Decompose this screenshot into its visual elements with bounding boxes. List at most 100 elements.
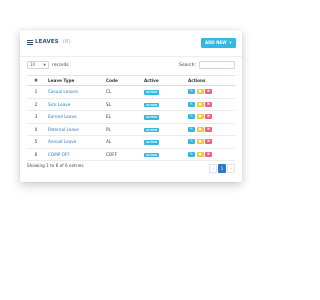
trash-icon: ✖ <box>207 139 210 144</box>
column-header-number[interactable]: # <box>27 75 45 86</box>
page-length-select[interactable]: 10 ▼ <box>27 61 49 69</box>
leave-type-link[interactable]: Paternal Leave <box>48 127 79 132</box>
chevron-down-icon: ▼ <box>43 63 46 67</box>
records-label: records <box>52 62 69 68</box>
table-body: 1 Casual Leaves CL ACTIVE ✎ ● ✖ 2 Sick Leave SL AC… <box>27 85 235 161</box>
leave-type-cell: Sick Leave <box>45 98 103 111</box>
edit-button[interactable]: ✎ <box>188 101 195 107</box>
status-badge: ACTIVE <box>144 90 160 95</box>
view-button[interactable]: ● <box>196 114 204 120</box>
eye-icon: ● <box>198 89 202 94</box>
add-new-button[interactable]: ADD NEW + <box>201 38 236 48</box>
prev-page-button[interactable]: ‹ <box>209 164 217 173</box>
pencil-icon: ✎ <box>190 89 193 94</box>
leaves-table: # Leave Type Code Active Actions 1 Casual… <box>27 75 235 161</box>
page-1-button[interactable]: 1 <box>218 164 226 173</box>
pencil-icon: ✎ <box>190 139 193 144</box>
view-button[interactable]: ● <box>196 139 204 145</box>
eye-icon: ● <box>198 101 202 106</box>
leave-type-link[interactable]: Annual Leave <box>48 139 76 144</box>
edit-button[interactable]: ✎ <box>188 89 195 95</box>
active-cell: ACTIVE <box>141 148 185 161</box>
leave-type-cell: Paternal Leave <box>45 123 103 136</box>
next-page-button[interactable]: › <box>227 164 235 173</box>
view-button[interactable]: ● <box>196 126 204 132</box>
active-cell: ACTIVE <box>141 135 185 149</box>
trash-icon: ✖ <box>207 89 210 94</box>
code-cell: PL <box>103 123 141 136</box>
table-row: 4 Paternal Leave PL ACTIVE ✎ ● ✖ <box>27 123 235 136</box>
leave-type-link[interactable]: Sick Leave <box>48 102 70 107</box>
row-actions: ✎ ● ✖ <box>188 151 232 157</box>
actions-cell: ✎ ● ✖ <box>185 148 235 161</box>
delete-button[interactable]: ✖ <box>205 151 212 157</box>
delete-button[interactable]: ✖ <box>205 126 212 132</box>
code-cell: AL <box>103 135 141 149</box>
row-number: 6 <box>27 148 45 161</box>
status-badge: ACTIVE <box>144 140 160 145</box>
search-input[interactable] <box>199 61 235 69</box>
eye-icon: ● <box>198 139 202 144</box>
table-header-row: # Leave Type Code Active Actions <box>27 75 235 86</box>
leave-type-cell: Earned Leave <box>45 110 103 124</box>
column-header-leave-type[interactable]: Leave Type <box>45 75 103 86</box>
eye-icon: ● <box>198 114 202 119</box>
delete-button[interactable]: ✖ <box>205 114 212 120</box>
leave-type-link[interactable]: Casual Leaves <box>48 89 78 94</box>
column-header-active[interactable]: Active <box>141 75 185 86</box>
active-cell: ACTIVE <box>141 85 185 99</box>
row-actions: ✎ ● ✖ <box>188 89 232 95</box>
title-text: LEAVES <box>35 39 59 45</box>
actions-cell: ✎ ● ✖ <box>185 110 235 124</box>
table-row: 5 Annual Leave AL ACTIVE ✎ ● ✖ <box>27 135 235 149</box>
eye-icon: ● <box>198 126 202 131</box>
view-button[interactable]: ● <box>196 151 204 157</box>
trash-icon: ✖ <box>207 114 210 119</box>
row-actions: ✎ ● ✖ <box>188 114 232 120</box>
status-badge: ACTIVE <box>144 115 160 120</box>
edit-button[interactable]: ✎ <box>188 139 195 145</box>
view-button[interactable]: ● <box>196 89 204 95</box>
delete-button[interactable]: ✖ <box>205 139 212 145</box>
page-length-value: 10 <box>30 62 36 67</box>
delete-button[interactable]: ✖ <box>205 101 212 107</box>
page-length-control: 10 ▼ records <box>27 61 69 69</box>
edit-button[interactable]: ✎ <box>188 126 195 132</box>
code-cell: EL <box>103 110 141 124</box>
search-label: Search: <box>179 62 196 68</box>
active-cell: ACTIVE <box>141 123 185 136</box>
pencil-icon: ✎ <box>190 114 193 119</box>
panel-header: LEAVES (6) ADD NEW + <box>20 30 242 57</box>
status-badge: ACTIVE <box>144 152 160 157</box>
table-row: 2 Sick Leave SL ACTIVE ✎ ● ✖ <box>27 98 235 111</box>
table-row: 3 Earned Leave EL ACTIVE ✎ ● ✖ <box>27 110 235 124</box>
code-cell: CL <box>103 85 141 99</box>
row-number: 1 <box>27 85 45 99</box>
pencil-icon: ✎ <box>190 126 193 131</box>
code-cell: COFF <box>103 148 141 161</box>
row-actions: ✎ ● ✖ <box>188 101 232 107</box>
pencil-icon: ✎ <box>190 151 193 156</box>
actions-cell: ✎ ● ✖ <box>185 98 235 111</box>
leave-type-cell: Annual Leave <box>45 135 103 149</box>
row-number: 4 <box>27 123 45 136</box>
actions-cell: ✎ ● ✖ <box>185 135 235 149</box>
pencil-icon: ✎ <box>190 101 193 106</box>
delete-button[interactable]: ✖ <box>205 89 212 95</box>
eye-icon: ● <box>198 151 202 156</box>
leave-type-link[interactable]: COMP OFF <box>48 152 70 157</box>
add-new-label: ADD NEW <box>205 40 227 45</box>
page-title: LEAVES (6) <box>27 39 71 45</box>
status-badge: ACTIVE <box>144 127 160 132</box>
search-control: Search: <box>179 61 235 69</box>
edit-button[interactable]: ✎ <box>188 114 195 120</box>
trash-icon: ✖ <box>207 101 210 106</box>
column-header-code[interactable]: Code <box>103 75 141 86</box>
row-actions: ✎ ● ✖ <box>188 126 232 132</box>
edit-button[interactable]: ✎ <box>188 151 195 157</box>
leave-type-link[interactable]: Earned Leave <box>48 114 77 119</box>
status-badge: ACTIVE <box>144 102 160 107</box>
leaves-count: (6) <box>62 39 71 45</box>
code-cell: SL <box>103 98 141 111</box>
view-button[interactable]: ● <box>196 101 204 107</box>
